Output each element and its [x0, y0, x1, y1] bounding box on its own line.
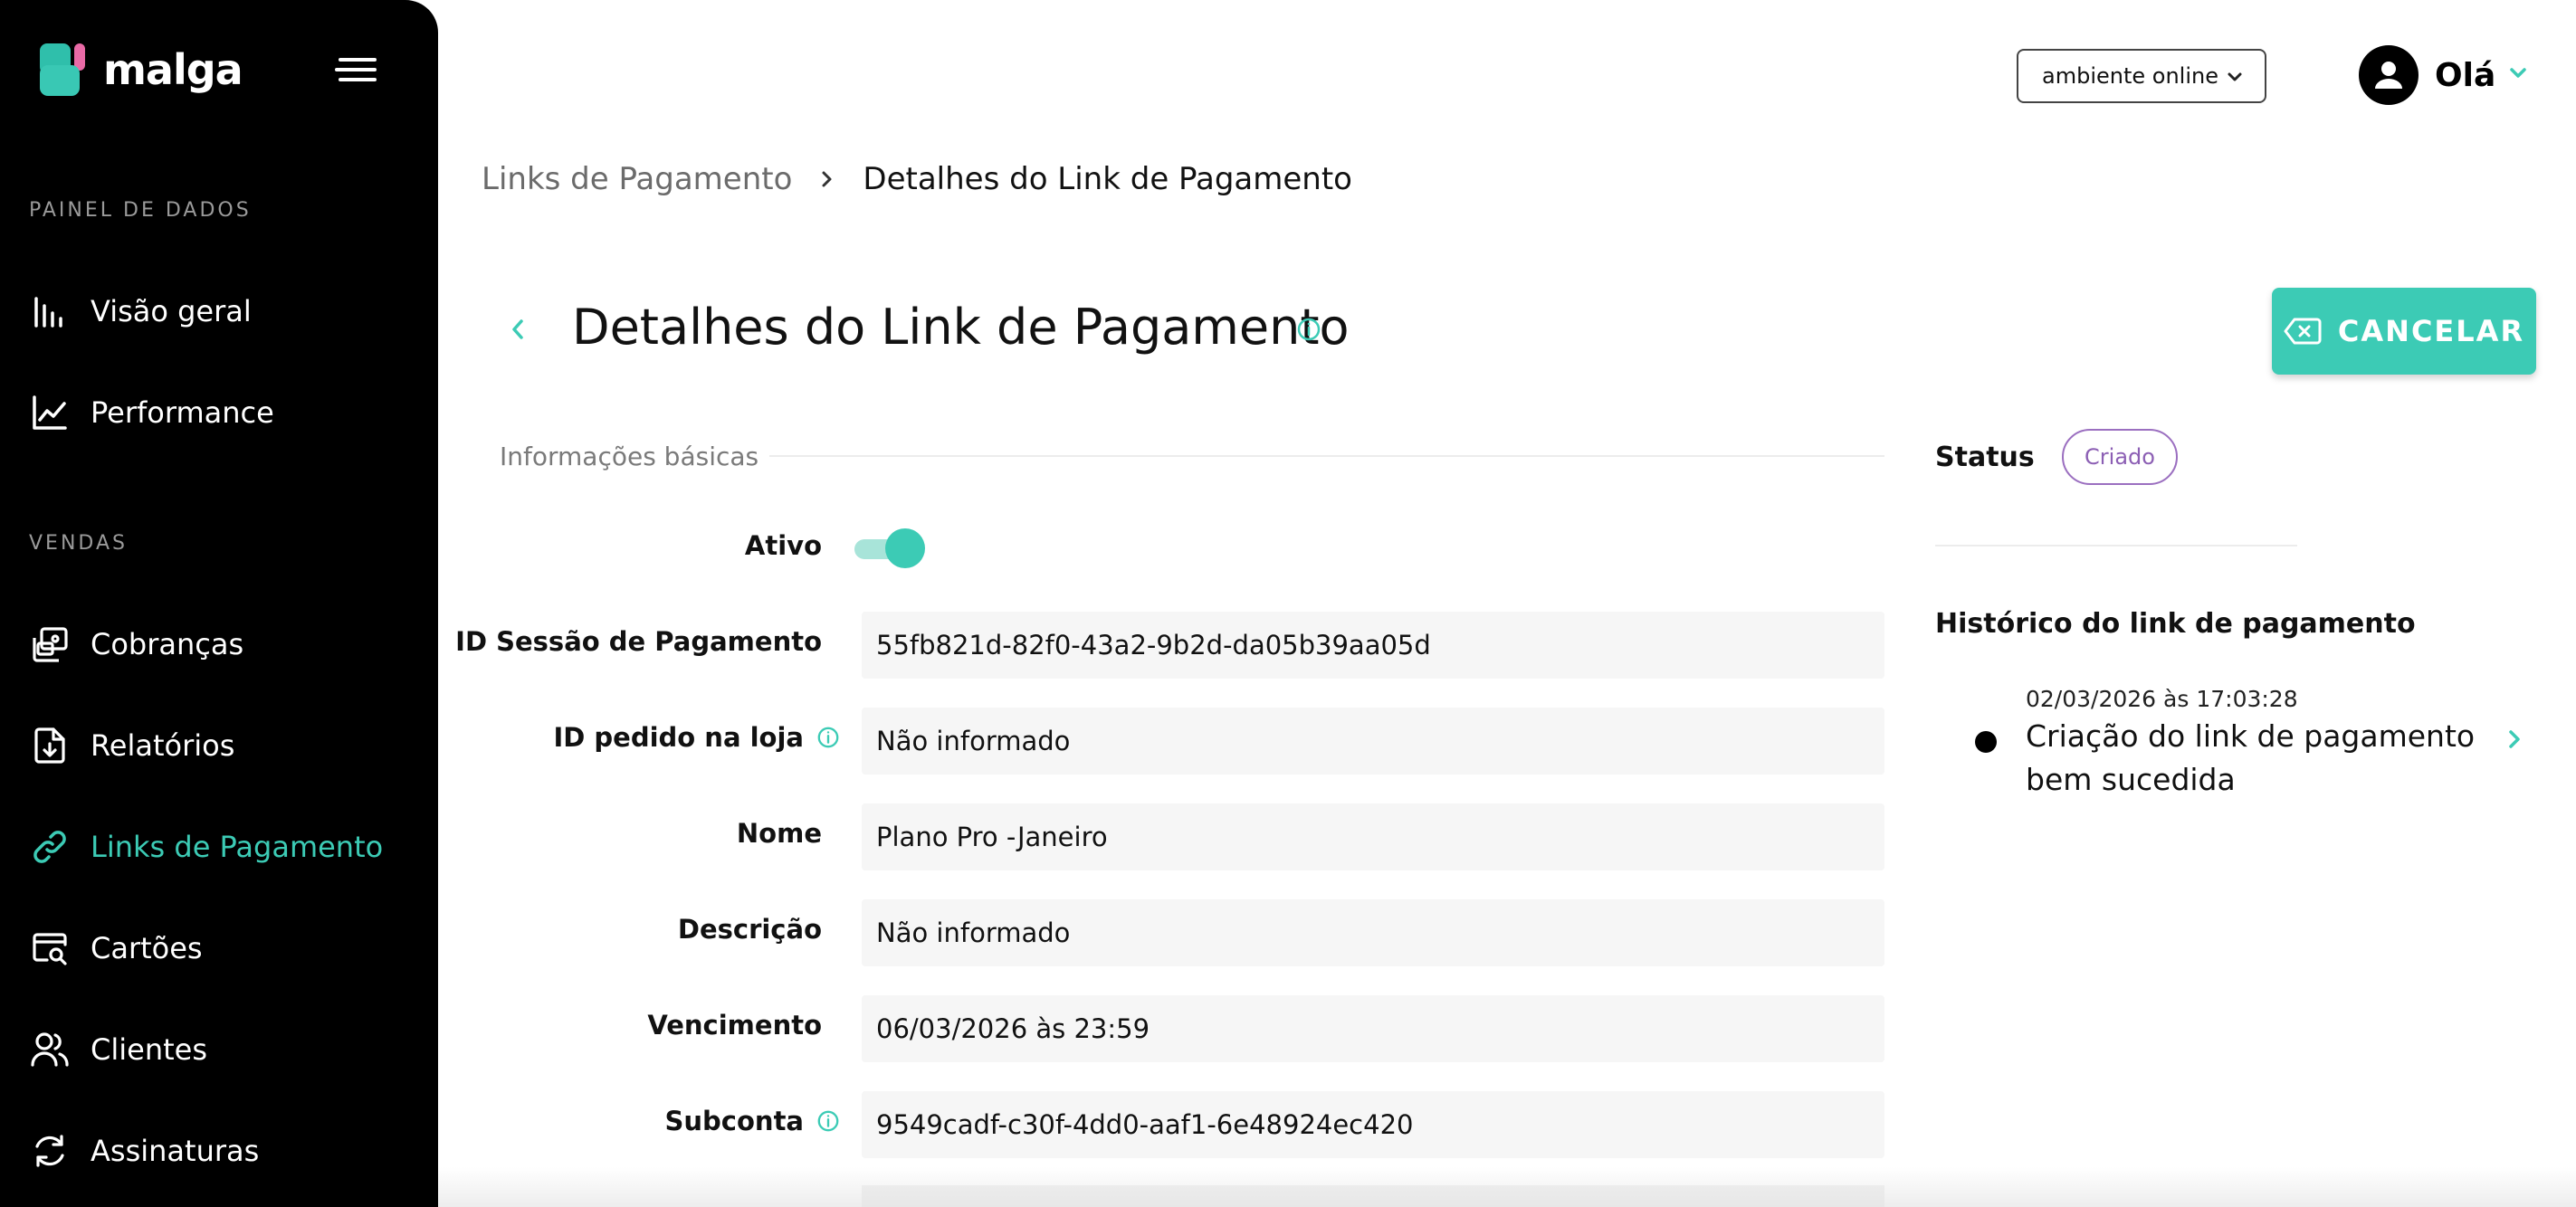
bar-chart-icon: [29, 290, 71, 332]
scroll-fade: [438, 1167, 2576, 1207]
sidebar-item-label: Clientes: [91, 1032, 207, 1067]
chevron-down-icon: [2506, 62, 2530, 89]
link-icon: [29, 826, 71, 868]
info-icon[interactable]: [816, 1109, 840, 1133]
info-icon[interactable]: [816, 726, 840, 749]
active-toggle[interactable]: [854, 528, 925, 568]
field-value-subaccount: 9549cadf-c30f-4dd0-aaf1-6e48924ec420: [862, 1091, 1884, 1158]
user-greeting: Olá: [2435, 56, 2496, 94]
field-value-description: Não informado: [862, 899, 1884, 966]
page-title: Detalhes do Link de Pagamento: [572, 299, 1350, 356]
sidebar-item-label: Visão geral: [91, 294, 252, 328]
status-divider: [1935, 545, 2297, 546]
status-badge: Criado: [2062, 429, 2178, 485]
field-value-name: Plano Pro -Janeiro: [862, 803, 1884, 870]
sidebar-item-label: Cobranças: [91, 627, 244, 661]
sidebar-item-label: Assinaturas: [91, 1134, 260, 1168]
field-value-session-id: 55fb821d-82f0-43a2-9b2d-da05b39aa05d: [862, 612, 1884, 679]
chevron-right-icon[interactable]: [2504, 726, 2525, 756]
sidebar-item-customers[interactable]: Clientes: [29, 1022, 207, 1077]
avatar-icon: [2359, 45, 2419, 105]
field-label-text: Subconta: [664, 1106, 804, 1136]
history-event-date: 02/03/2026 às 17:03:28: [2026, 686, 2298, 712]
breadcrumb-current: Detalhes do Link de Pagamento: [863, 161, 1352, 197]
sidebar: malga PAINEL DE DADOS Visão geral Perfor…: [0, 0, 438, 1207]
back-button[interactable]: [501, 315, 534, 347]
brand-logo[interactable]: malga: [40, 43, 243, 96]
field-value-order-id: Não informado: [862, 708, 1884, 775]
menu-toggle-icon[interactable]: [335, 58, 377, 85]
chevron-down-icon: [2225, 67, 2245, 92]
cancel-button[interactable]: CANCELAR: [2272, 288, 2536, 375]
sidebar-item-performance[interactable]: Performance: [29, 385, 274, 440]
field-label-order-id: ID pedido na loja: [553, 722, 840, 753]
sidebar-item-label: Cartões: [91, 931, 203, 965]
breadcrumb-link-payment-links[interactable]: Links de Pagamento: [482, 161, 792, 197]
info-icon[interactable]: [1296, 317, 1321, 346]
field-label-subaccount: Subconta: [665, 1106, 840, 1136]
chevron-right-icon: [819, 169, 835, 189]
breadcrumb: Links de Pagamento Detalhes do Link de P…: [482, 161, 1352, 197]
card-search-icon: [29, 927, 71, 969]
environment-value: ambiente online: [2042, 63, 2218, 89]
history-event-text: Criação do link de pagamento bem sucedid…: [2026, 718, 2476, 797]
user-menu[interactable]: Olá: [2359, 45, 2530, 105]
line-chart-icon: [29, 392, 71, 433]
cancel-button-label: CANCELAR: [2337, 314, 2525, 348]
sidebar-item-subscriptions[interactable]: Assinaturas: [29, 1124, 259, 1178]
sidebar-item-label: Performance: [91, 395, 274, 430]
sidebar-item-cards[interactable]: Cartões: [29, 921, 203, 975]
status-label: Status: [1935, 442, 2035, 473]
cancel-tag-icon: [2284, 317, 2322, 346]
field-label-session-id: ID Sessão de Pagamento: [455, 626, 822, 657]
brand-name: malga: [103, 45, 243, 94]
sidebar-item-reports[interactable]: Relatórios: [29, 718, 234, 773]
sidebar-item-payment-links[interactable]: Links de Pagamento: [29, 820, 383, 874]
report-download-icon: [29, 725, 71, 766]
sidebar-item-overview[interactable]: Visão geral: [29, 284, 252, 338]
sidebar-item-charges[interactable]: Cobranças: [29, 617, 243, 671]
chevron-left-icon: [508, 317, 528, 346]
section-divider: [769, 455, 1884, 457]
environment-select[interactable]: ambiente online: [2017, 49, 2266, 103]
history-dot-icon: [1975, 731, 1997, 753]
field-label-due-date: Vencimento: [647, 1010, 822, 1041]
history-title: Histórico do link de pagamento: [1935, 608, 2416, 640]
charges-icon: [29, 623, 71, 665]
section-title-sales: VENDAS: [29, 532, 128, 555]
refresh-icon: [29, 1130, 71, 1172]
field-label-text: ID pedido na loja: [553, 722, 804, 753]
malga-logo-icon: [40, 43, 91, 96]
active-label: Ativo: [744, 530, 822, 561]
section-title-dashboard: PAINEL DE DADOS: [29, 199, 252, 222]
field-value-due-date: 06/03/2026 às 23:59: [862, 995, 1884, 1062]
field-label-description: Descrição: [677, 914, 822, 945]
field-label-name: Nome: [736, 818, 822, 849]
users-icon: [29, 1029, 71, 1070]
sidebar-item-label: Links de Pagamento: [91, 830, 384, 864]
basic-info-heading: Informações básicas: [500, 442, 759, 471]
sidebar-item-label: Relatórios: [91, 728, 235, 763]
